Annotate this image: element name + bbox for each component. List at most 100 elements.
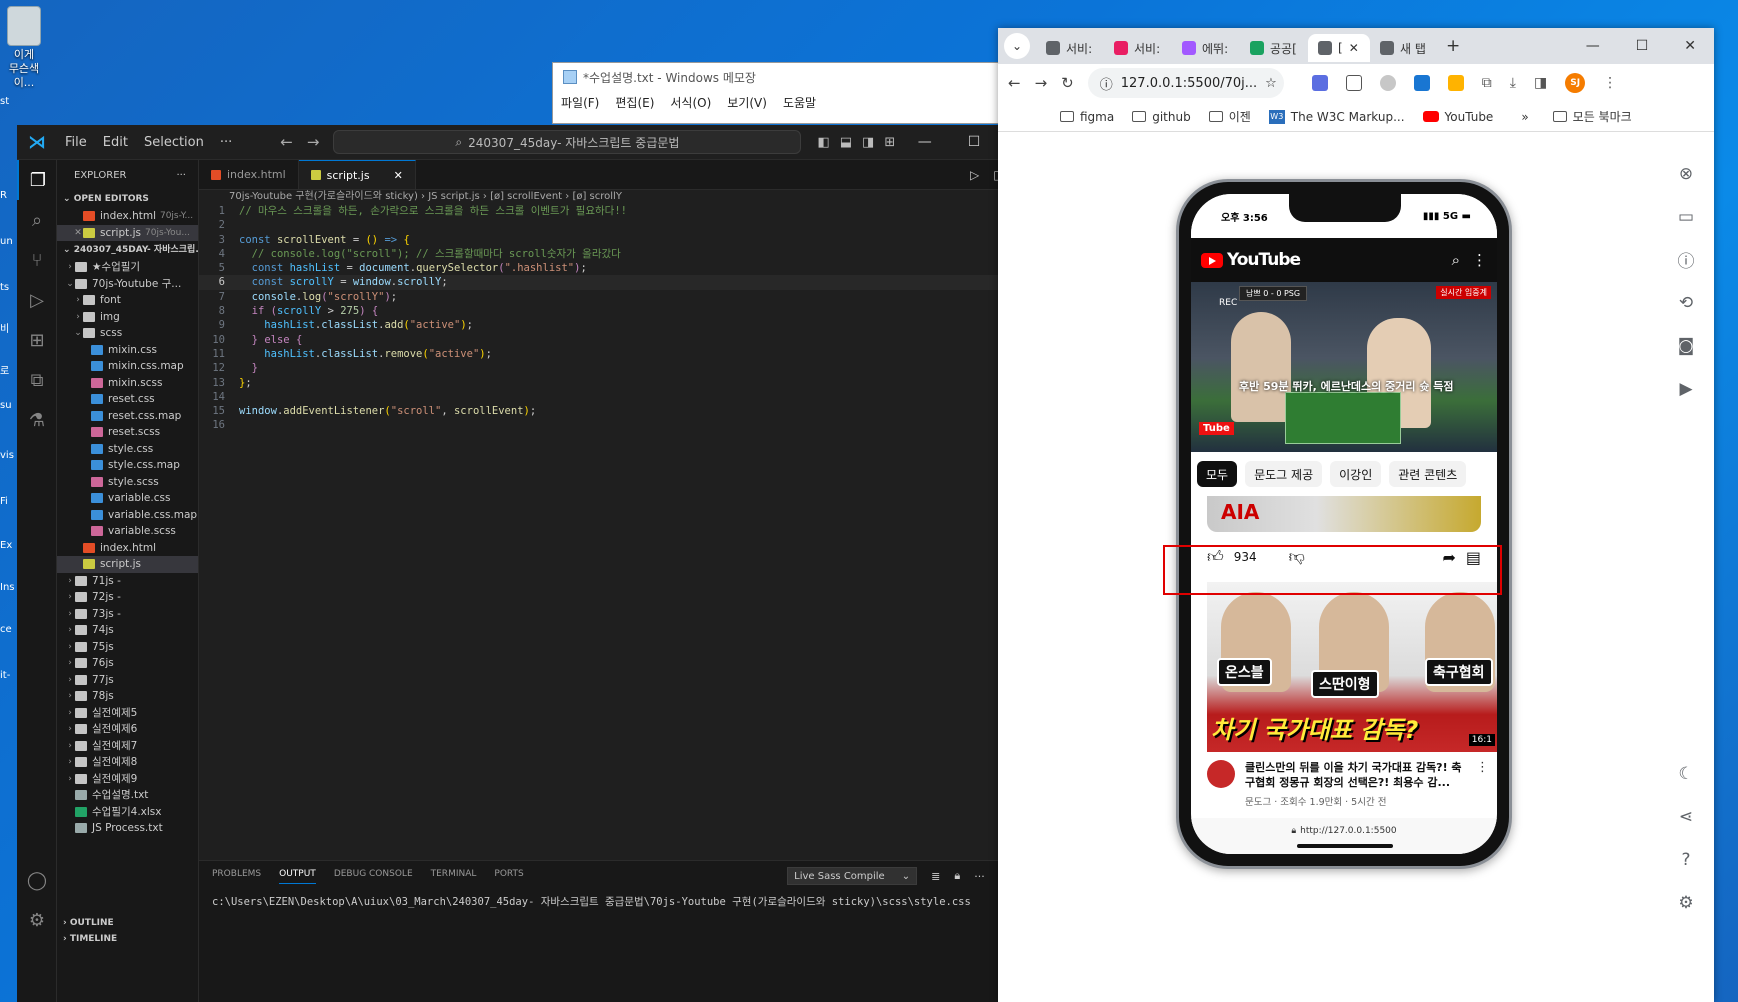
hashlist-chip[interactable]: 관련 콘텐츠 [1389, 461, 1467, 487]
code-editor[interactable]: 1 // 마우스 스크롤을 하든, 손가락으로 스크롤을 하든 스크롤 이벤트가 … [199, 204, 1042, 433]
tree-folder[interactable]: › 실전예제5 [57, 705, 198, 722]
rotate-icon[interactable]: ⟲ [1666, 281, 1706, 324]
profile-avatar[interactable]: SJ [1565, 73, 1586, 93]
code-line[interactable]: 12 } [199, 361, 1042, 375]
code-line[interactable]: 7 console.log("scrollY"); [199, 290, 1042, 304]
site-info-icon[interactable]: ⓘ [1100, 74, 1113, 93]
video-icon[interactable]: ▶ [1666, 367, 1706, 410]
close-icon[interactable]: ✕ [394, 169, 403, 182]
editor-area[interactable]: index.htmlscript.js✕ ▷ ◫ ··· 70js-Youtub… [199, 160, 1042, 860]
tree-file[interactable]: reset.css [57, 391, 198, 408]
video-title[interactable]: 클린스만의 뒤를 이을 차기 국가대표 감독?! 축구협회 정몽규 회장의 선택… [1245, 760, 1466, 790]
bookmark-item[interactable]: W3 The W3C Markup... [1268, 108, 1405, 125]
vscode-menu-item[interactable]: Selection [136, 135, 212, 150]
code-line[interactable]: 1 // 마우스 스크롤을 하든, 손가락으로 스크롤을 하든 스크롤 이벤트가 … [199, 204, 1042, 218]
code-line[interactable]: 16 [199, 418, 1042, 432]
remote-icon[interactable]: ⧉ [17, 360, 57, 400]
tree-folder[interactable]: › 77js [57, 672, 198, 689]
forward-arrow-icon[interactable]: → [307, 133, 320, 151]
account-icon[interactable]: ◯ [17, 860, 57, 900]
output-channel-select[interactable]: Live Sass Compile ⌄ [787, 867, 918, 885]
browser-tab[interactable]: [✕ [1308, 34, 1370, 62]
browser-tab[interactable]: 서비: [1036, 34, 1104, 62]
more-vert-icon[interactable]: ⋮ [1476, 760, 1489, 808]
notepad-menu-item[interactable]: 편집(E) [615, 94, 654, 111]
lock-icon[interactable]: 🔒︎ [954, 869, 960, 883]
browser-tab[interactable]: 서비: [1104, 34, 1172, 62]
customize-layout-icon[interactable]: ⊞ [884, 135, 895, 150]
dark-mode-moon-icon[interactable]: ☾ [1666, 752, 1706, 795]
vscode-window[interactable]: ⋊ File Edit Selection ··· ← → ⌕ 240307_45da… [17, 125, 1042, 1002]
tree-folder[interactable]: › 실전예제6 [57, 721, 198, 738]
code-line[interactable]: 3 const scrollEvent = () => { [199, 233, 1042, 247]
tree-file[interactable]: variable.scss [57, 523, 198, 540]
code-line[interactable]: 10 } else { [199, 333, 1042, 347]
tree-file[interactable]: style.scss [57, 474, 198, 491]
all-bookmarks[interactable]: 모든 북마크 [1552, 108, 1632, 125]
browser-tab[interactable]: 새 탭 [1370, 34, 1438, 62]
tree-file[interactable]: variable.css [57, 490, 198, 507]
code-line[interactable]: 11 hashList.classList.remove("active"); [199, 347, 1042, 361]
side-panel-icon[interactable]: ◨ [1534, 75, 1547, 91]
video-thumbnail-partial[interactable]: AIA [1207, 496, 1481, 532]
breadcrumb[interactable]: 70js-Youtube 구현(가로슬라이드와 sticky) › JS scr… [199, 190, 1042, 204]
toggle-panel-icon[interactable]: ⬓ [840, 135, 852, 150]
channel-avatar[interactable] [1207, 760, 1235, 788]
minimize-button[interactable]: — [1586, 38, 1600, 54]
download-icon[interactable]: ⤓ [1510, 75, 1516, 91]
tree-folder[interactable]: › 74js [57, 622, 198, 639]
command-center-search[interactable]: ⌕ 240307_45day- 자바스크립트 중급문법 [333, 130, 802, 154]
tab-search-chevron-icon[interactable]: ⌄ [1004, 33, 1030, 59]
minimize-button[interactable]: — [918, 134, 932, 150]
tree-folder[interactable]: › 76js [57, 655, 198, 672]
code-line[interactable]: 15 window.addEventListener("scroll", scro… [199, 404, 1042, 418]
browser-tab[interactable]: 공공[ [1240, 34, 1308, 62]
tree-folder[interactable]: › 78js [57, 688, 198, 705]
explorer-icon[interactable]: ❐ [17, 160, 57, 200]
video-player[interactable]: 남쁘 0 - 0 PSG REC 실시간 입중계 후반 59분 뛰카, 에르난데… [1191, 282, 1497, 452]
code-line[interactable]: 14 [199, 390, 1042, 404]
address-bar[interactable]: ⓘ 127.0.0.1:5500/70j... ☆ [1087, 68, 1284, 98]
panel-tab[interactable]: PROBLEMS [212, 869, 261, 884]
hashlist-chip[interactable]: 모두 [1197, 461, 1238, 487]
chrome-menu-icon[interactable]: ⋮ [1603, 75, 1617, 91]
back-arrow-icon[interactable]: ← [280, 133, 293, 151]
tree-folder[interactable]: › 실전예제9 [57, 771, 198, 788]
tree-folder[interactable]: › ★수업필기 [57, 259, 198, 276]
source-control-icon[interactable]: ⑂ [17, 240, 57, 280]
help-icon[interactable]: ? [1666, 838, 1706, 881]
tree-folder[interactable]: ⌄ scss [57, 325, 198, 342]
tree-folder[interactable]: › img [57, 309, 198, 326]
vscode-menu-item[interactable]: Edit [95, 135, 136, 150]
tree-folder[interactable]: › 71js - [57, 573, 198, 590]
toggle-sidebar-icon[interactable]: ◧ [817, 135, 829, 150]
run-debug-icon[interactable]: ▷ [17, 280, 57, 320]
editor-tab[interactable]: script.js ✕ [298, 160, 416, 189]
bookmark-item[interactable]: github [1132, 108, 1191, 125]
video-thumbnail[interactable]: 온스블 스딴이형 축구협회 차기 국가대표 감독? 16:1 [1207, 582, 1497, 752]
responsive-icon[interactable]: ▭ [1666, 195, 1706, 238]
bookmark-item[interactable]: YouTube [1422, 108, 1493, 125]
search-icon[interactable]: ⌕ [1452, 251, 1460, 269]
phone-screen[interactable]: 오후 3:56 ▮▮▮ 5G ▬ YouTube ⌕ ⋮ 남쁘 0 - 0 PS… [1191, 194, 1497, 854]
browser-tab[interactable]: 에뛰: [1172, 34, 1240, 62]
tree-folder[interactable]: › font [57, 292, 198, 309]
timeline-section[interactable]: › TIMELINE [57, 930, 199, 948]
tree-file[interactable]: JS Process.txt [57, 820, 198, 837]
vscode-menu-item[interactable]: ··· [212, 135, 240, 150]
vscode-menu-item[interactable]: File [57, 135, 95, 150]
notepad-titlebar[interactable]: *수업설명.txt - Windows 메모장 [553, 63, 999, 91]
tree-file[interactable]: style.css.map [57, 457, 198, 474]
notepad-menu-item[interactable]: 서식(O) [670, 94, 711, 111]
code-line[interactable]: 9 hashList.classList.add("active"); [199, 318, 1042, 332]
more-actions-icon[interactable]: ··· [176, 170, 186, 181]
extension-icon[interactable] [1447, 75, 1464, 91]
tree-file[interactable]: mixin.css [57, 342, 198, 359]
notepad-menu-item[interactable]: 파일(F) [561, 94, 599, 111]
code-line[interactable]: 2 [199, 218, 1042, 232]
bookmark-star-icon[interactable]: ☆ [1265, 76, 1277, 91]
code-line[interactable]: 13}; [199, 376, 1042, 390]
tree-file[interactable]: reset.css.map [57, 408, 198, 425]
extension-icon[interactable] [1413, 75, 1430, 91]
code-line[interactable]: 8 if (scrollY > 275) { [199, 304, 1042, 318]
